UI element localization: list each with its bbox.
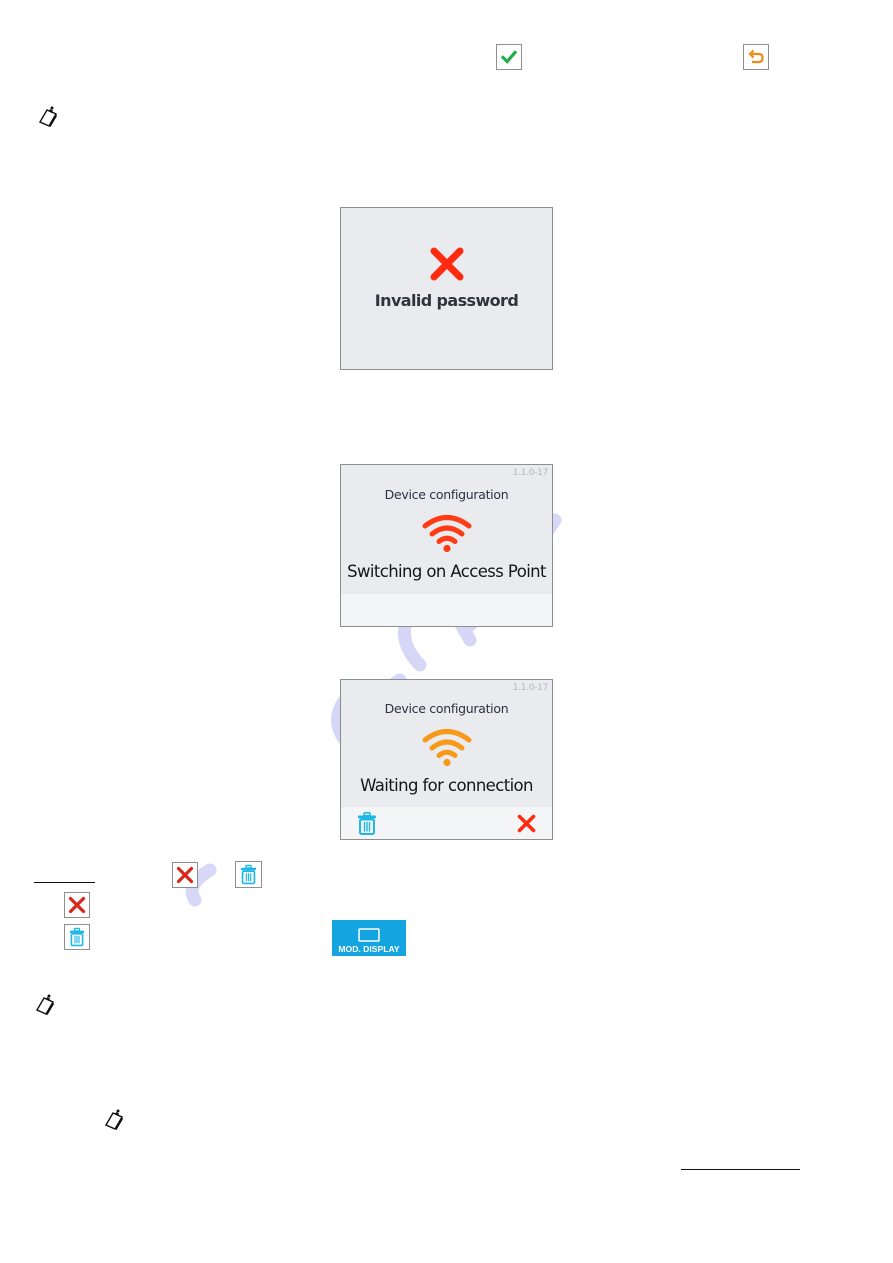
close-icon-box <box>64 892 90 918</box>
check-icon <box>501 50 517 64</box>
undo-arrow-icon <box>748 49 764 64</box>
screen-invalid-password: Invalid password <box>340 207 553 370</box>
version-label: 1.1.0-17 <box>512 468 549 478</box>
close-icon-box <box>172 862 198 888</box>
trash-icon[interactable] <box>357 812 377 835</box>
delete-icon-box <box>64 924 90 950</box>
screen-waiting-for-connection: 1.1.0-17 Device configuration Waiting fo… <box>340 679 553 840</box>
screen-bottom-bar <box>341 594 552 626</box>
error-x-icon <box>430 247 464 281</box>
back-icon-box <box>743 44 769 70</box>
delete-icon-box <box>235 861 262 888</box>
version-label: 1.1.0-17 <box>512 683 549 693</box>
screen-switching-on-ap: 1.1.0-17 Device configuration Switching … <box>340 464 553 627</box>
screen-bottom-bar <box>341 807 552 839</box>
note-clipboard-icon <box>39 106 57 127</box>
section-underline <box>34 882 95 883</box>
screen-message: Invalid password <box>374 291 519 310</box>
note-clipboard-icon <box>105 1109 123 1130</box>
screen-message: Switching on Access Point <box>347 562 546 581</box>
watermark <box>185 513 562 907</box>
trash-icon <box>69 927 85 947</box>
wifi-icon <box>422 729 472 767</box>
wifi-icon <box>422 515 472 553</box>
close-x-icon[interactable] <box>517 814 536 833</box>
mod-display-button[interactable]: MOD. DISPLAY <box>332 920 406 956</box>
confirm-icon-box <box>496 44 522 70</box>
close-x-icon <box>176 866 194 884</box>
screen-title: Device configuration <box>384 701 509 716</box>
screen-title: Device configuration <box>384 487 509 502</box>
mod-display-label: MOD. DISPLAY <box>338 944 400 954</box>
note-clipboard-icon <box>36 994 54 1015</box>
footer-underline <box>681 1169 800 1170</box>
close-x-icon <box>68 896 86 914</box>
screen-message: Waiting for connection <box>360 776 533 795</box>
trash-icon <box>240 864 257 885</box>
display-icon <box>358 928 380 942</box>
